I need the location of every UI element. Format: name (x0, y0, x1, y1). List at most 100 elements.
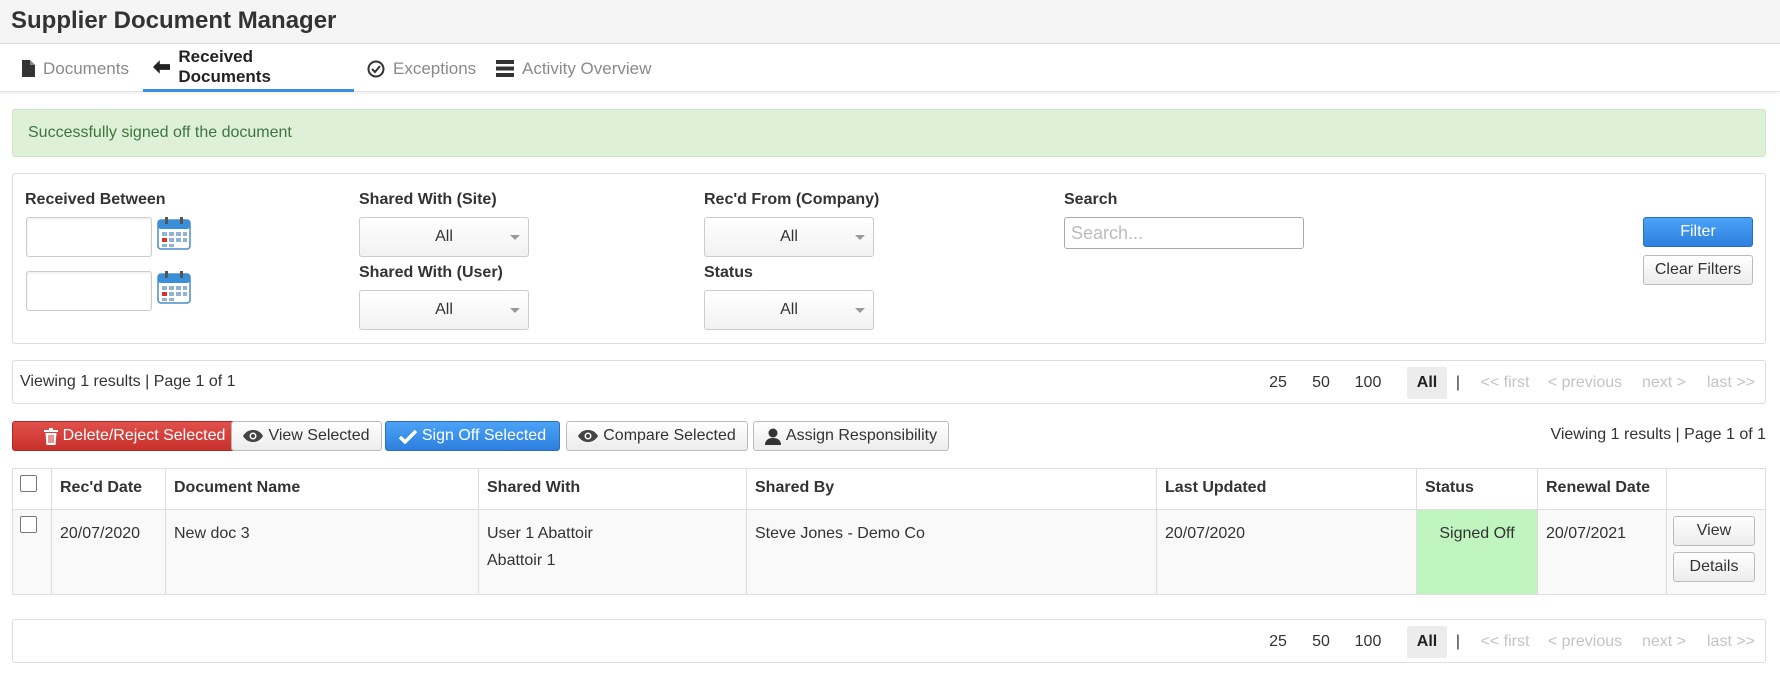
shared-with-cell: User 1 Abattoir Abattoir 1 (478, 509, 747, 595)
pager-separator: | (1455, 633, 1461, 650)
filter-button[interactable]: Filter (1643, 217, 1753, 247)
tab-activity-overview[interactable]: Activity Overview (486, 45, 661, 92)
column-header[interactable]: Last Updated (1156, 468, 1417, 510)
last-updated-cell: 20/07/2020 (1156, 509, 1417, 595)
row-checkbox[interactable] (20, 516, 37, 533)
eye-icon (578, 430, 599, 442)
chevron-down-icon (855, 308, 865, 313)
first-page-link[interactable]: << first (1477, 367, 1533, 399)
column-header[interactable]: Status (1416, 468, 1538, 510)
details-button[interactable]: Details (1673, 552, 1755, 582)
shared-with-user: User 1 Abattoir (487, 525, 593, 542)
view-button[interactable]: View (1673, 516, 1755, 546)
check-circle-icon (367, 60, 385, 77)
delete-reject-selected-button[interactable]: Delete/Reject Selected (12, 421, 257, 451)
recd-from-value: All (780, 228, 798, 245)
shared-user-select[interactable]: All (359, 290, 529, 330)
results-info: Viewing 1 results | Page 1 of 1 (1550, 426, 1766, 443)
filter-panel: Received Between Shared With (Site) All … (12, 173, 1766, 344)
column-header[interactable]: Shared With (478, 468, 747, 510)
page-size-25[interactable]: 25 (1261, 367, 1295, 399)
compare-label: Compare Selected (603, 427, 736, 444)
document-name-cell: New doc 3 (165, 509, 479, 595)
table-row: 20/07/2020 New doc 3 User 1 Abattoir Aba… (12, 509, 1766, 595)
page-size-all[interactable]: All (1407, 626, 1447, 658)
tab-received-documents[interactable]: Received Documents (143, 45, 354, 92)
search-input[interactable] (1064, 217, 1304, 249)
shared-user-value: All (435, 301, 453, 318)
success-alert: Successfully signed off the document (12, 109, 1766, 157)
status-select[interactable]: All (704, 290, 874, 330)
column-header[interactable]: Document Name (165, 468, 479, 510)
tab-label: Documents (43, 58, 129, 78)
actions-column-header (1666, 468, 1766, 510)
page-size-50[interactable]: 50 (1304, 626, 1338, 658)
assign-label: Assign Responsibility (785, 427, 938, 444)
page-size-100[interactable]: 100 (1346, 626, 1390, 658)
compare-selected-button[interactable]: Compare Selected (566, 421, 748, 451)
calendar-icon[interactable] (157, 270, 191, 304)
recd-date-cell: 20/07/2020 (51, 509, 166, 595)
tab-exceptions[interactable]: Exceptions (357, 45, 486, 92)
page-size-100[interactable]: 100 (1346, 367, 1390, 399)
file-icon (22, 60, 35, 77)
page-title: Supplier Document Manager (11, 7, 337, 34)
tab-label: Exceptions (393, 58, 477, 78)
chevron-down-icon (855, 235, 865, 240)
received-between-label: Received Between (25, 191, 166, 208)
shared-with-site: Abattoir 1 (487, 552, 556, 569)
clear-filters-button[interactable]: Clear Filters (1643, 255, 1753, 285)
title-bar: Supplier Document Manager (0, 0, 1780, 44)
arrow-left-icon (153, 60, 171, 74)
shared-site-label: Shared With (Site) (359, 191, 497, 208)
shared-user-label: Shared With (User) (359, 264, 503, 281)
page-size-all[interactable]: All (1407, 367, 1447, 399)
documents-table: Rec'd Date Document Name Shared With Sha… (12, 468, 1766, 595)
list-icon (496, 60, 514, 77)
select-all-cell (12, 468, 52, 510)
date-from-input[interactable] (26, 217, 152, 257)
bulk-actions-bar: Delete/Reject Selected View Selected Sig… (12, 421, 1766, 451)
pager-separator: | (1455, 374, 1461, 391)
search-label: Search (1064, 191, 1118, 208)
previous-page-link[interactable]: < previous (1547, 367, 1623, 399)
tab-bar: Documents Received Documents Exceptions … (0, 45, 1780, 92)
recd-from-label: Rec'd From (Company) (704, 191, 880, 208)
first-page-link[interactable]: << first (1477, 626, 1533, 658)
last-page-link[interactable]: last >> (1705, 626, 1757, 658)
column-header[interactable]: Shared By (746, 468, 1157, 510)
last-page-link[interactable]: last >> (1705, 367, 1757, 399)
view-label: View Selected (268, 427, 370, 444)
page-size-50[interactable]: 50 (1304, 367, 1338, 399)
shared-by-cell: Steve Jones - Demo Co (746, 509, 1157, 595)
next-page-link[interactable]: next > (1640, 367, 1688, 399)
delete-label: Delete/Reject Selected (62, 427, 226, 444)
shared-site-select[interactable]: All (359, 217, 529, 257)
calendar-icon[interactable] (157, 216, 191, 250)
date-to-input[interactable] (26, 271, 152, 311)
renewal-date-cell: 20/07/2021 (1537, 509, 1667, 595)
column-header[interactable]: Rec'd Date (51, 468, 166, 510)
tab-label: Activity Overview (522, 58, 652, 78)
column-header[interactable]: Renewal Date (1537, 468, 1667, 510)
select-all-checkbox[interactable] (20, 475, 37, 492)
sign-off-label: Sign Off Selected (421, 427, 547, 444)
checkmark-icon (398, 429, 417, 444)
shared-site-value: All (435, 228, 453, 245)
pager-top: Viewing 1 results | Page 1 of 1 25 50 10… (12, 360, 1766, 404)
status-value: All (780, 301, 798, 318)
recd-from-select[interactable]: All (704, 217, 874, 257)
sign-off-selected-button[interactable]: Sign Off Selected (385, 421, 560, 451)
trash-icon (43, 427, 58, 445)
status-filter-label: Status (704, 264, 753, 281)
assign-responsibility-button[interactable]: Assign Responsibility (753, 421, 949, 451)
page-size-25[interactable]: 25 (1261, 626, 1295, 658)
next-page-link[interactable]: next > (1640, 626, 1688, 658)
row-actions-cell: View Details (1666, 509, 1766, 595)
chevron-down-icon (510, 235, 520, 240)
tab-documents[interactable]: Documents (11, 45, 139, 92)
previous-page-link[interactable]: < previous (1547, 626, 1623, 658)
view-selected-button[interactable]: View Selected (231, 421, 382, 451)
alert-message: Successfully signed off the document (28, 124, 292, 141)
pager-bottom: 25 50 100 All | << first < previous next… (12, 619, 1766, 663)
